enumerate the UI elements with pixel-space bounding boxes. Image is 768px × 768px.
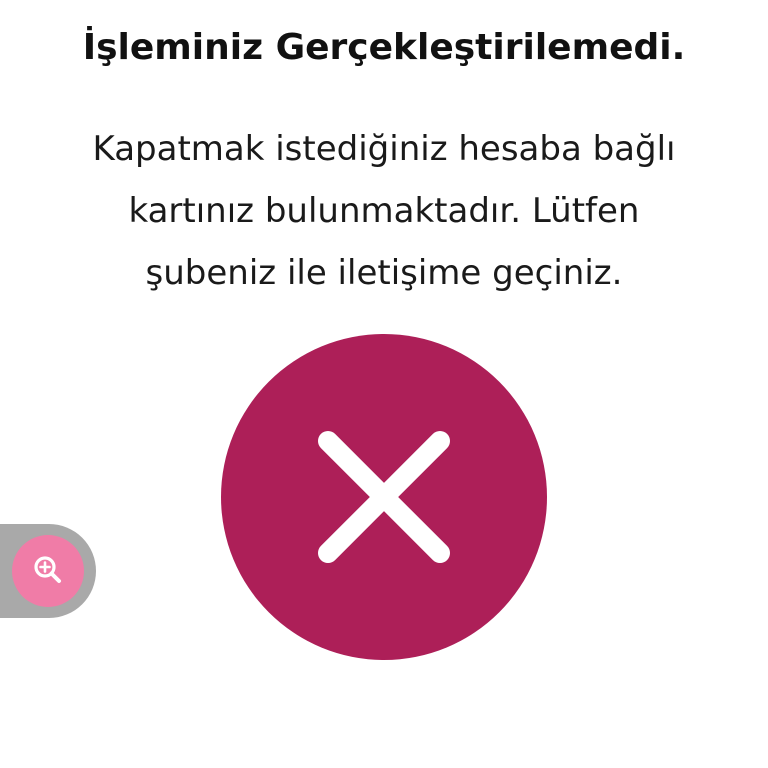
accessibility-zoom-tab [0,524,96,618]
error-status-circle [221,334,547,660]
error-message: Kapatmak istediğiniz hesaba bağlı kartın… [34,118,734,304]
error-message-line: Kapatmak istediğiniz hesaba bağlı [92,129,676,169]
page-title: İşleminiz Gerçekleştirilemedi. [82,27,686,68]
error-message-line: kartınız bulunmaktadır. Lütfen [128,191,640,231]
zoom-in-button[interactable] [12,535,84,607]
close-icon [318,431,450,563]
error-message-line: şubeniz ile iletişime geçiniz. [145,253,623,293]
zoom-in-icon [34,556,61,583]
